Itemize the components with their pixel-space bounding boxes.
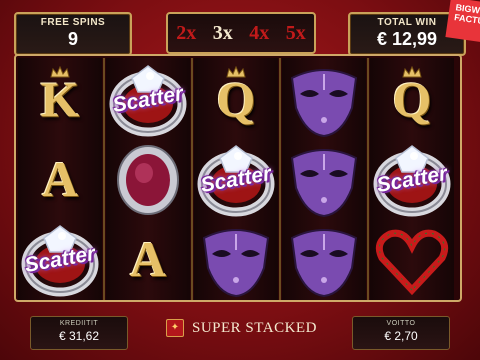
reel-1: K A Scatter xyxy=(18,58,102,300)
win-value: € 2,70 xyxy=(384,329,418,343)
letter-k: K xyxy=(40,71,80,127)
letter-symbol-a: A xyxy=(18,140,102,220)
letter-q: Q xyxy=(216,71,256,127)
reel-3: Q Scatter xyxy=(194,58,278,300)
multiplier-5x: 5x xyxy=(285,21,306,44)
reel-5: Q Scatter xyxy=(370,58,454,300)
letter-a: A xyxy=(41,151,79,207)
letter-a: A xyxy=(129,231,167,287)
letter-symbol-q: Q xyxy=(370,60,454,140)
rose-heart-symbol xyxy=(370,220,454,300)
masquerade-mask-symbol xyxy=(282,60,366,140)
super-stacked-indicator: ✦ SUPER STACKED xyxy=(166,318,317,338)
masquerade-mask-symbol xyxy=(282,140,366,220)
multiplier-4x: 4x xyxy=(249,21,270,44)
star-icon: ✦ xyxy=(166,319,184,337)
reel-4 xyxy=(282,58,366,300)
win-panel: VOITTO € 2,70 xyxy=(352,316,450,350)
multiplier-2x: 2x xyxy=(176,21,197,44)
reel-grid: K A Scatter Scatter A Q Scatter Q Scatter xyxy=(14,54,462,302)
credits-label: KREDIITIT xyxy=(59,320,99,327)
multiplier-bar: 2x 3x 4x 5x xyxy=(166,12,316,54)
credits-value: € 31,62 xyxy=(58,329,100,343)
scatter-ring-symbol: Scatter xyxy=(106,60,190,140)
letter-q: Q xyxy=(392,71,432,127)
reel-divider xyxy=(367,58,369,300)
letter-symbol-q: Q xyxy=(194,60,278,140)
ruby-gem-symbol xyxy=(106,140,190,220)
reel-divider xyxy=(279,58,281,300)
scatter-ring-symbol: Scatter xyxy=(194,140,278,220)
multiplier-3x: 3x xyxy=(212,21,233,44)
free-spins-value: 9 xyxy=(67,29,78,49)
super-stacked-text: SUPER STACKED xyxy=(192,319,317,336)
scatter-ring-symbol: Scatter xyxy=(370,140,454,220)
masquerade-mask-symbol xyxy=(194,220,278,300)
free-spins-label: FREE SPINS xyxy=(40,17,106,28)
reel-divider xyxy=(191,58,193,300)
free-spins-panel: FREE SPINS 9 xyxy=(14,12,132,56)
masquerade-mask-symbol xyxy=(282,220,366,300)
promo-badge[interactable]: BIGWI FACTUR xyxy=(445,0,480,43)
reel-2: Scatter A xyxy=(106,58,190,300)
win-label: VOITTO xyxy=(386,320,416,327)
letter-symbol-k: K xyxy=(18,60,102,140)
letter-symbol-a: A xyxy=(106,220,190,300)
credits-panel: KREDIITIT € 31,62 xyxy=(30,316,128,350)
reel-divider xyxy=(103,58,105,300)
scatter-ring-symbol: Scatter xyxy=(18,220,102,300)
